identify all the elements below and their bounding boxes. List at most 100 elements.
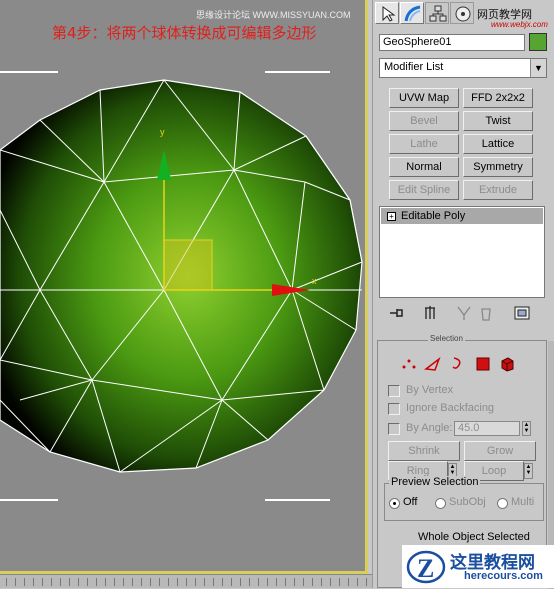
timeline-tick: [195, 578, 196, 586]
timeline-tick: [267, 578, 268, 586]
modifier-button-twist[interactable]: Twist: [463, 111, 533, 131]
preview-subobj-radio[interactable]: [435, 498, 446, 509]
timeline-tick: [213, 578, 214, 586]
object-name-field[interactable]: GeoSphere01: [379, 34, 525, 51]
site-watermark: Z 这里教程网 herecours.com: [402, 545, 554, 588]
brand-url: herecours.com: [464, 570, 543, 582]
command-panel: 网页教学网 www.webjx.com GeoSphere01 Modifier…: [372, 0, 554, 589]
modifier-button-symmetry[interactable]: Symmetry: [463, 157, 533, 177]
subobject-level-icons: [396, 355, 526, 375]
preview-off-radio[interactable]: [389, 498, 400, 509]
ignore-backfacing-checkbox[interactable]: [388, 403, 400, 415]
timeline-tick: [339, 578, 340, 586]
timeline-tick: [87, 578, 88, 586]
grow-button[interactable]: Grow: [464, 441, 536, 461]
modifier-button-lathe[interactable]: Lathe: [389, 134, 459, 154]
modifier-button-bevel[interactable]: Bevel: [389, 111, 459, 131]
modifier-button-ffd-2x2x2[interactable]: FFD 2x2x2: [463, 88, 533, 108]
border-icon[interactable]: [448, 355, 466, 373]
timeline-tick: [258, 578, 259, 586]
timeline-tick: [141, 578, 142, 586]
modifier-button-lattice[interactable]: Lattice: [463, 134, 533, 154]
timeline-tick: [6, 578, 7, 586]
by-vertex-checkbox[interactable]: [388, 385, 400, 397]
modifier-stack[interactable]: + Editable Poly: [379, 206, 545, 298]
element-icon[interactable]: [498, 355, 516, 373]
preview-selection-title: Preview Selection: [389, 476, 481, 488]
timeline-scrollbar[interactable]: [0, 574, 378, 588]
watermark-url: www.webjx.com: [491, 20, 548, 29]
timeline-tick: [159, 578, 160, 586]
timeline-tick: [186, 578, 187, 586]
timeline-tick: [321, 578, 322, 586]
timeline-tick: [357, 578, 358, 586]
expand-plus-icon[interactable]: +: [387, 212, 396, 221]
tab-modify[interactable]: [400, 2, 424, 24]
preview-multi-radio[interactable]: [497, 498, 508, 509]
gizmo-y-label: y: [160, 127, 165, 137]
motion-icon: [455, 6, 471, 22]
timeline-tick: [105, 578, 106, 586]
loop-spinner-arrows[interactable]: ▲ ▼: [524, 463, 533, 479]
timeline-tick: [33, 578, 34, 586]
timeline-tick: [231, 578, 232, 586]
timeline-tick: [96, 578, 97, 586]
timeline-tick: [69, 578, 70, 586]
make-unique-icon[interactable]: [455, 304, 473, 322]
timeline-tick: [15, 578, 16, 586]
stack-item-editable-poly[interactable]: + Editable Poly: [381, 208, 543, 224]
stack-toolbar: [379, 303, 547, 323]
modifier-button-extrude[interactable]: Extrude: [463, 180, 533, 200]
shrink-button[interactable]: Shrink: [388, 441, 460, 461]
by-angle-label: By Angle:: [406, 422, 453, 434]
configure-modifier-sets-icon[interactable]: [513, 304, 531, 322]
timeline-tick: [348, 578, 349, 586]
gizmo-plane-handle: [163, 239, 213, 291]
preview-selection-group: Preview Selection Off SubObj Multi: [384, 476, 544, 521]
modifier-button-normal[interactable]: Normal: [389, 157, 459, 177]
tab-hierarchy[interactable]: [425, 2, 449, 24]
timeline-tick: [123, 578, 124, 586]
tutorial-caption: 第4步：将两个球体转换成可编辑多边形: [52, 24, 317, 42]
cursor-icon: [382, 6, 396, 22]
angle-spinner-arrows[interactable]: ▲ ▼: [522, 421, 531, 436]
modifier-button-edit-spline[interactable]: Edit Spline: [389, 180, 459, 200]
timeline-tick: [42, 578, 43, 586]
timeline-tick: [24, 578, 25, 586]
perspective-viewport[interactable]: y x 第4步：将两个球体转换成可编辑多边形 思缘设计论坛 WWW.MISSYU…: [0, 0, 368, 574]
edge-icon[interactable]: [424, 355, 442, 373]
timeline-tick: [276, 578, 277, 586]
angle-spinner-field[interactable]: 45.0: [454, 421, 520, 436]
timeline-tick: [150, 578, 151, 586]
timeline-tick: [177, 578, 178, 586]
timeline-tick: [330, 578, 331, 586]
modifier-button-uvw-map[interactable]: UVW Map: [389, 88, 459, 108]
remove-modifier-icon[interactable]: [477, 304, 495, 322]
brand-logo-icon: Z: [406, 550, 446, 584]
chevron-down-icon[interactable]: ▼: [530, 59, 546, 77]
by-angle-checkbox[interactable]: [388, 423, 400, 435]
hierarchy-icon: [429, 5, 447, 22]
timeline-tick: [132, 578, 133, 586]
ignore-backfacing-label: Ignore Backfacing: [406, 402, 495, 414]
object-color-swatch[interactable]: [529, 33, 547, 51]
by-vertex-label: By Vertex: [406, 384, 454, 396]
timeline-tick: [249, 578, 250, 586]
vertex-icon[interactable]: [400, 355, 418, 373]
rollout-title[interactable]: Selection: [428, 334, 465, 343]
show-end-result-icon[interactable]: [421, 304, 439, 322]
modifier-list-label: Modifier List: [384, 61, 444, 73]
timeline-tick: [312, 578, 313, 586]
viewport-canvas[interactable]: y x: [0, 0, 368, 574]
command-panel-tabs: 网页教学网 www.webjx.com: [373, 0, 554, 29]
watermark-text: 思缘设计论坛 WWW.MISSYUAN.COM: [196, 10, 351, 20]
tab-motion[interactable]: [450, 2, 474, 24]
timeline-tick: [114, 578, 115, 586]
modifier-list-dropdown[interactable]: Modifier List ▼: [379, 58, 547, 78]
pin-stack-icon[interactable]: [387, 304, 405, 322]
timeline-tick: [78, 578, 79, 586]
preview-off-label: Off: [403, 496, 418, 508]
tab-create[interactable]: [375, 2, 399, 24]
preview-subobj-label: SubObj: [449, 496, 486, 508]
polygon-icon[interactable]: [474, 355, 492, 373]
